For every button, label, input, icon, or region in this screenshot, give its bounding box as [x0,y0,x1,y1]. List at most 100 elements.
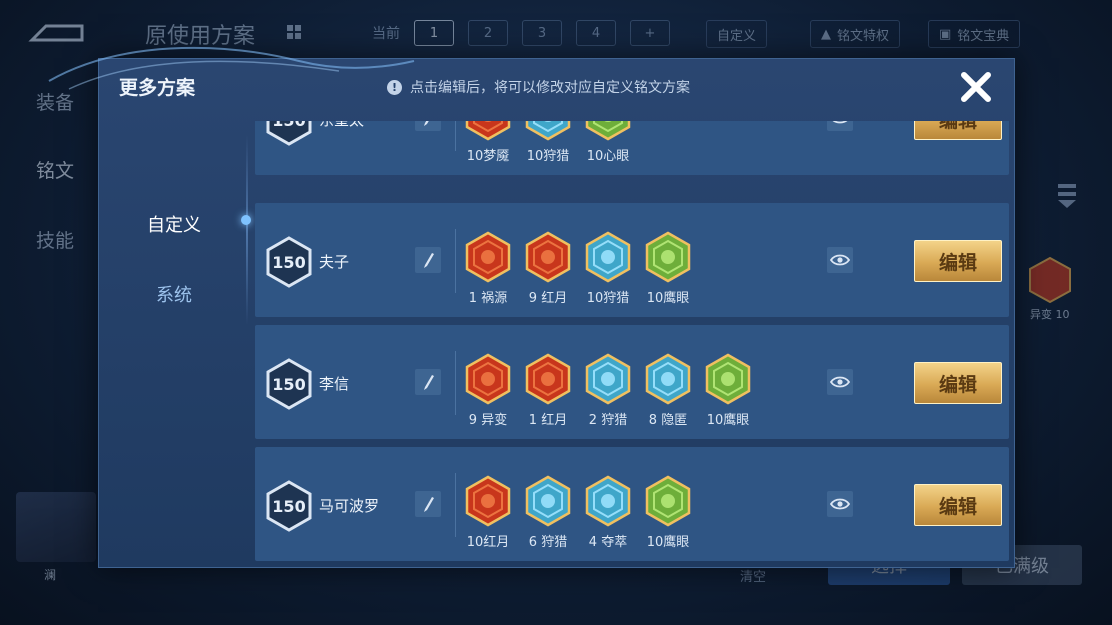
list-icon[interactable] [1056,180,1078,210]
rune-label: 9 异变 [468,413,508,428]
level-badge: 150 [265,358,313,410]
right-rune-label: 异变 10 [1030,308,1070,321]
scheme-tab-1[interactable]: 1 [414,20,454,46]
eye-icon [830,498,850,510]
rune-group: 1 祸源 9 红月 10狩猎 10鹰眼 [463,231,693,306]
pencil-icon [424,497,434,512]
rune-icon [463,121,513,141]
custom-scheme-label: 自定义 [717,28,757,44]
close-icon [961,72,991,102]
rune-item[interactable]: 10狩猎 [583,231,633,306]
rune-label: 2 狩猎 [588,413,628,428]
rune-item[interactable]: 1 祸源 [463,231,513,306]
row-divider [455,351,456,415]
rune-label: 6 狩猎 [528,535,568,550]
rune-icon [583,231,633,283]
rune-label: 9 红月 [528,291,568,306]
rune-item[interactable]: 1 红月 [523,353,573,428]
rune-item[interactable]: 10鹰眼 [643,231,693,306]
rune-item[interactable]: 9 异变 [463,353,513,428]
rune-icon [643,475,693,527]
eye-icon [830,376,850,388]
rune-icon [523,121,573,141]
rune-icon [703,353,753,405]
rune-label: 1 祸源 [468,291,508,306]
custom-scheme-button[interactable]: 自定义 [706,20,768,48]
rune-item[interactable]: 10鹰眼 [643,475,693,550]
row-divider [455,473,456,537]
rename-button[interactable] [415,491,441,517]
book-icon: ▣ [939,26,952,42]
rune-item[interactable]: 4 夺萃 [583,475,633,550]
rune-label: 10心眼 [586,149,630,164]
rune-label: 10狩猎 [526,149,570,164]
clear-button[interactable]: 清空 [740,566,766,585]
category-sidebar: 自定义 系统 [99,115,251,565]
pencil-icon [424,253,434,268]
swirl-decoration [48,46,415,90]
rune-item[interactable]: 6 狩猎 [523,475,573,550]
rune-label: 10鹰眼 [646,291,690,306]
pencil-icon [424,375,434,390]
preview-button[interactable] [827,491,853,517]
scheme-tab-2[interactable]: 2 [468,20,508,46]
pencil-icon [424,121,429,126]
rename-button[interactable] [415,121,441,131]
scheme-tab-3[interactable]: 3 [522,20,562,46]
manual-label: 铭文宝典 [957,28,1010,44]
preview-button[interactable] [827,369,853,395]
hero-name: 马可波罗 [319,497,380,515]
rune-item[interactable]: 9 红月 [523,231,573,306]
rune-group: 10梦魇 10狩猎 10心眼 [463,121,633,164]
level-value: 150 [265,121,313,146]
add-scheme-button[interactable]: + [630,20,670,46]
scheme-row: 150 马可波罗 10红月 6 狩猎 4 夺萃 10鹰眼 编辑 [255,447,1009,561]
rune-item[interactable]: 10心眼 [583,121,633,164]
rune-group: 9 异变 1 红月 2 狩猎 8 隐匿 10鹰眼 [463,353,753,428]
scheme-row: 150 东皇太一 10梦魇 10狩猎 10心眼 编辑 [255,121,1009,175]
rune-manual-button[interactable]: ▣ 铭文宝典 [928,20,1021,48]
rename-button[interactable] [415,369,441,395]
rune-label: 4 夺萃 [588,535,628,550]
tab-custom[interactable]: 自定义 [99,203,249,245]
rune-icon [643,353,693,405]
rune-item[interactable]: 10狩猎 [523,121,573,164]
rune-icon [583,475,633,527]
rune-item[interactable]: 8 隐匿 [643,353,693,428]
close-button[interactable] [956,67,996,107]
scheme-list[interactable]: 150东皇太一10梦魇10狩猎10心眼编辑150夫子1 祸源9 红月10狩猎10… [255,121,1011,565]
rune-item[interactable]: 10梦魇 [463,121,513,164]
edit-button[interactable]: 编辑 [914,362,1002,404]
scheme-tab-4[interactable]: 4 [576,20,616,46]
nav-skills[interactable]: 技能 [36,226,74,253]
rune-icon [1029,256,1071,304]
nav-runes[interactable]: 铭文 [36,156,74,183]
info-icon: ! [387,79,402,95]
rune-group: 10红月 6 狩猎 4 夺萃 10鹰眼 [463,475,693,550]
level-value: 150 [272,252,306,272]
rune-item[interactable]: 10鹰眼 [703,353,753,428]
edit-notice: ! 点击编辑后，将可以修改对应自定义铭文方案 [387,77,690,97]
avatar[interactable] [16,492,96,562]
edit-button[interactable]: 编辑 [914,121,1002,140]
rune-privilege-button[interactable]: ▲ 铭文特权 [810,20,901,48]
hero-name: 东皇太一 [319,121,379,130]
rune-label: 10梦魇 [466,149,510,164]
edit-button[interactable]: 编辑 [914,484,1002,526]
preview-button[interactable] [827,247,853,273]
notice-text: 点击编辑后，将可以修改对应自定义铭文方案 [410,80,690,96]
scheme-row: 150 李信 9 异变 1 红月 2 狩猎 8 隐匿 10鹰眼 编辑 [255,325,1009,439]
active-indicator [241,215,251,225]
rename-button[interactable] [415,247,441,273]
rune-icon [463,475,513,527]
privilege-icon: ▲ [821,26,831,42]
rune-label: 10狩猎 [586,291,630,306]
rune-item[interactable]: 10红月 [463,475,513,550]
tab-system[interactable]: 系统 [99,281,249,307]
row-divider [455,121,456,151]
rune-item[interactable]: 2 狩猎 [583,353,633,428]
preview-button[interactable] [827,121,853,131]
level-badge: 150 [265,121,313,146]
hero-name: 李信 [319,375,350,393]
edit-button[interactable]: 编辑 [914,240,1002,282]
